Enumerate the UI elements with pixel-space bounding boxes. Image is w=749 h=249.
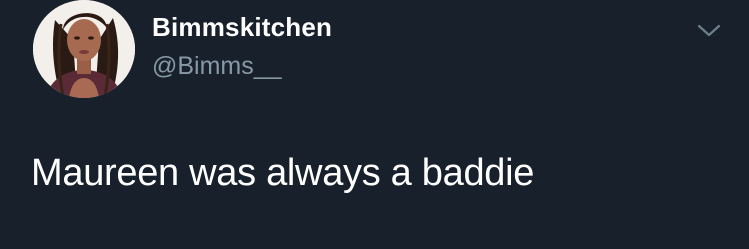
user-handle[interactable]: @Bimms__ bbox=[152, 51, 282, 81]
tweet-card: Bimmskitchen @Bimms__ Maureen was always… bbox=[0, 0, 749, 249]
avatar[interactable] bbox=[33, 0, 135, 98]
display-name[interactable]: Bimmskitchen bbox=[152, 11, 332, 43]
profile-photo bbox=[33, 0, 135, 98]
chevron-down-icon[interactable] bbox=[695, 20, 723, 40]
tweet-text: Maureen was always a baddie bbox=[31, 152, 535, 194]
